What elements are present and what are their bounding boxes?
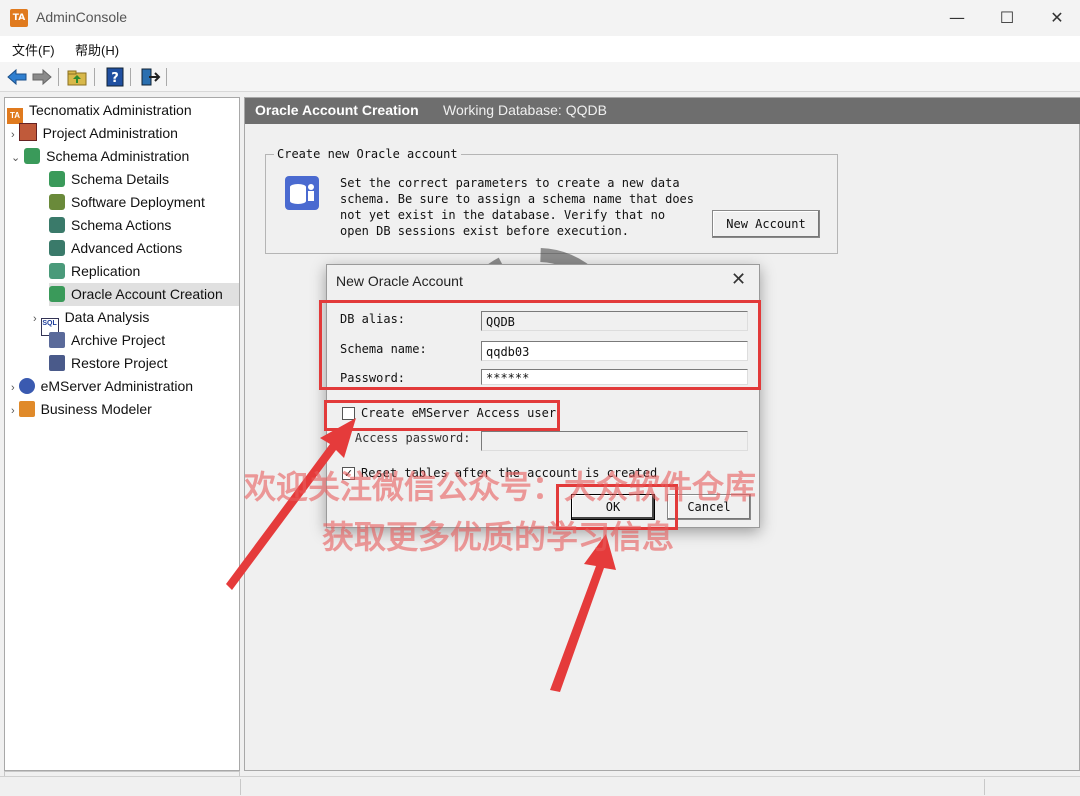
dialog-close-icon[interactable]: ✕ [731, 269, 746, 290]
working-database: Working Database: QQDB [443, 102, 607, 118]
software-deployment-icon [49, 194, 65, 210]
collapse-icon[interactable]: ⌄ [11, 152, 20, 164]
exit-icon[interactable] [139, 66, 161, 88]
app-icon: TA [10, 9, 28, 27]
status-divider [240, 779, 241, 795]
business-modeler-icon [18, 401, 35, 417]
help-icon[interactable]: ? [104, 66, 126, 88]
schema-details-icon [49, 171, 65, 187]
ems-password-label: eMS Access password: [326, 431, 471, 445]
dialog-title: New Oracle Account [336, 273, 463, 289]
watermark-line-1: 欢迎关注微信公众号：大众软件仓库 [244, 468, 757, 506]
expand-icon[interactable]: › [11, 129, 15, 141]
toolbar-separator [58, 68, 59, 86]
toolbar-separator [94, 68, 95, 86]
tree-item-schema-details[interactable]: Schema Details [49, 168, 169, 191]
group-description: Set the correct parameters to create a n… [340, 176, 695, 238]
tree-item-software-deployment[interactable]: Software Deployment [49, 191, 205, 214]
navigation-tree: TA Tecnomatix Administration › Project Ad… [4, 97, 240, 771]
annotation-box-credentials [319, 300, 761, 390]
tree-item-oracle-account-creation[interactable]: Oracle Account Creation [49, 283, 239, 306]
tree-item-project-administration[interactable]: › Project Administration [11, 122, 178, 145]
window-title: AdminConsole [36, 9, 128, 25]
tree-root-label: Tecnomatix Administration [29, 102, 192, 118]
menu-bar: 文件(F) 帮助(H) [0, 36, 1080, 62]
maximize-button[interactable]: ☐ [982, 0, 1032, 36]
schema-actions-icon [49, 217, 65, 233]
oracle-account-icon [285, 176, 319, 210]
oracle-account-icon [49, 286, 65, 302]
status-bar [0, 776, 1080, 796]
tree-item-advanced-actions[interactable]: Advanced Actions [49, 237, 182, 260]
minimize-button[interactable]: — [932, 0, 982, 36]
tree-item-restore-project[interactable]: Restore Project [49, 352, 167, 375]
tree-item-archive-project[interactable]: Archive Project [49, 329, 165, 352]
ems-password-field[interactable] [481, 431, 748, 451]
toolbar-separator [166, 68, 167, 86]
project-admin-icon [18, 123, 37, 141]
restore-icon [49, 355, 65, 371]
panel-title: Oracle Account Creation [255, 102, 419, 118]
tree-item-business-modeler[interactable]: › Business Modeler [11, 398, 152, 421]
expand-icon[interactable]: › [33, 313, 37, 325]
group-legend: Create new Oracle account [274, 147, 461, 161]
panel-header: Oracle Account Creation Working Database… [245, 98, 1080, 124]
tree-item-emserver-administration[interactable]: › eMServer Administration [11, 375, 193, 398]
svg-text:?: ? [111, 71, 119, 86]
forward-arrow-icon[interactable] [31, 66, 53, 88]
replication-icon [49, 263, 65, 279]
tree-item-schema-administration[interactable]: ⌄ Schema Administration [11, 145, 189, 168]
status-divider [984, 779, 985, 795]
schema-admin-icon [24, 148, 41, 164]
menu-help[interactable]: 帮助(H) [75, 40, 119, 59]
folder-up-icon[interactable] [66, 66, 88, 88]
expand-icon[interactable]: › [11, 405, 15, 417]
watermark-line-2: 获取更多优质的学习信息 [322, 518, 675, 556]
toolbar: ? [0, 62, 1080, 92]
tree-root[interactable]: TA Tecnomatix Administration [7, 99, 192, 124]
annotation-box-ems-checkbox [324, 400, 560, 431]
emserver-icon [18, 378, 35, 394]
close-window-button[interactable]: ✕ [1032, 0, 1080, 36]
tree-item-schema-actions[interactable]: Schema Actions [49, 214, 171, 237]
title-bar: TA AdminConsole — ☐ ✕ [0, 0, 1080, 36]
tree-item-replication[interactable]: Replication [49, 260, 140, 283]
back-arrow-icon[interactable] [6, 66, 28, 88]
archive-icon [49, 332, 65, 348]
expand-icon[interactable]: › [11, 382, 15, 394]
tree-item-data-analysis[interactable]: › SQL Data Analysis [33, 306, 149, 336]
toolbar-separator [130, 68, 131, 86]
menu-file[interactable]: 文件(F) [12, 40, 55, 59]
advanced-actions-icon [49, 240, 65, 256]
new-account-button[interactable]: New Account [712, 210, 820, 238]
